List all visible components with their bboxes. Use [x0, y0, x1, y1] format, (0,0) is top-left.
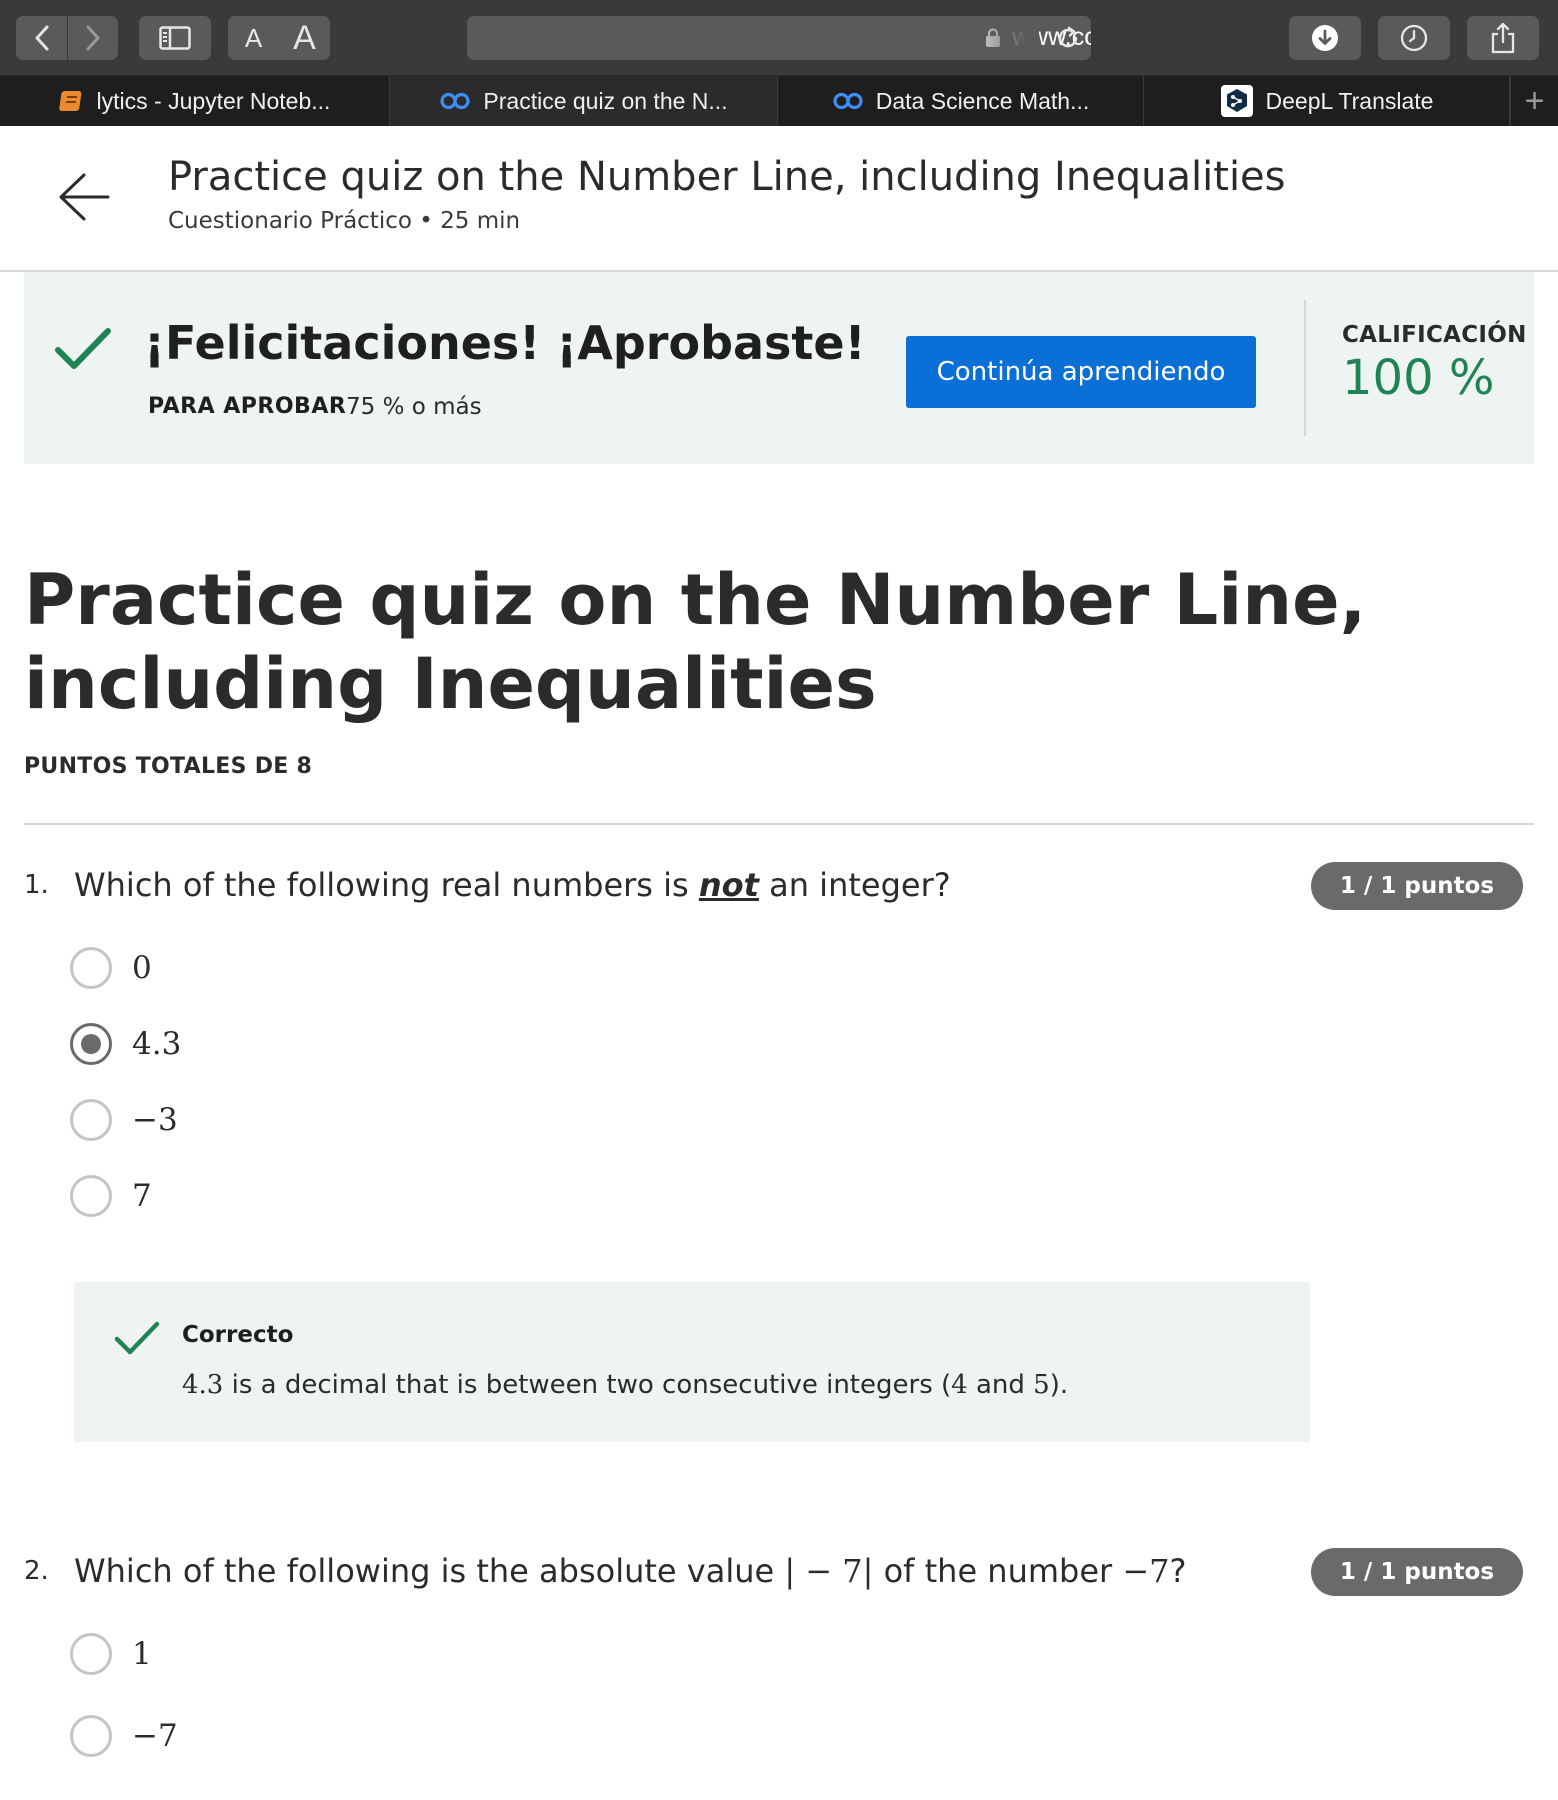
navigation-buttons: [16, 16, 118, 60]
increase-font-button[interactable]: A: [279, 16, 330, 60]
radio-button[interactable]: [70, 1099, 112, 1141]
feedback-math: 4.3: [182, 1370, 224, 1400]
question-emphasis: not: [698, 866, 759, 904]
tab-data-science-math[interactable]: Data Science Math...: [778, 76, 1144, 126]
decrease-font-button[interactable]: A: [228, 16, 279, 60]
history-button[interactable]: [1378, 16, 1450, 60]
chevron-right-icon: [86, 25, 100, 51]
question-1-option[interactable]: 0: [70, 946, 152, 990]
checkmark-icon: [114, 1321, 160, 1355]
feedback-math: 5: [1033, 1370, 1050, 1400]
font-size-controls: A A: [228, 16, 330, 60]
tab-label: lytics - Jupyter Noteb...: [96, 87, 331, 114]
radio-button[interactable]: [70, 947, 112, 989]
browser-toolbar: A A www.coursera.org/learn/datasciencema…: [0, 0, 1558, 76]
question-1-option[interactable]: −3: [70, 1098, 178, 1142]
radio-button[interactable]: [70, 1715, 112, 1757]
address-bar[interactable]: www.coursera.org/learn/datasciencemaths: [467, 16, 1091, 60]
radio-button-selected[interactable]: [70, 1023, 112, 1065]
chevron-left-icon: [35, 25, 48, 51]
tab-label: Data Science Math...: [875, 87, 1090, 114]
pass-message: ¡Felicitaciones! ¡Aprobaste!: [144, 316, 866, 370]
question-math: −7: [1122, 1552, 1170, 1590]
feedback-title: Correcto: [182, 1322, 294, 1348]
checkmark-icon: [55, 328, 111, 369]
sidebar-icon: [159, 26, 191, 50]
question-1-option[interactable]: 4.3: [70, 1022, 181, 1066]
question-number: 2.: [24, 1556, 49, 1586]
banner-divider: [1304, 300, 1306, 436]
radio-button[interactable]: [70, 1175, 112, 1217]
pass-threshold-label: PARA APROBAR: [148, 394, 347, 419]
share-button[interactable]: [1467, 16, 1539, 60]
question-math: | − 7|: [784, 1552, 874, 1590]
question-1-text: Which of the following real numbers is n…: [74, 866, 951, 904]
option-label: −3: [132, 1102, 178, 1138]
reload-icon[interactable]: [1055, 25, 1081, 51]
result-banner: ¡Felicitaciones! ¡Aprobaste! PARA APROBA…: [24, 272, 1534, 464]
radio-button[interactable]: [70, 1633, 112, 1675]
total-points: PUNTOS TOTALES DE 8: [24, 754, 313, 779]
option-label: 4.3: [132, 1026, 182, 1062]
sidebar-toggle-button[interactable]: [139, 16, 211, 60]
question-text-part: Which of the following is the absolute v…: [74, 1552, 785, 1590]
question-2-option[interactable]: −7: [70, 1714, 178, 1758]
page-title: Practice quiz on the Number Line, includ…: [168, 154, 1286, 200]
option-label: 1: [132, 1636, 152, 1672]
feedback-math: 4: [951, 1370, 968, 1400]
feedback-text-part: ).: [1049, 1370, 1069, 1400]
section-divider: [24, 823, 1534, 825]
downloads-button[interactable]: [1289, 16, 1361, 60]
tab-label: DeepL Translate: [1265, 87, 1434, 114]
pass-threshold-value: 75 % o más: [346, 394, 482, 420]
course-item-header: Practice quiz on the Number Line, includ…: [0, 126, 1558, 272]
question-text-part: an integer?: [758, 866, 951, 904]
page-subtitle: Cuestionario Práctico • 25 min: [168, 208, 521, 234]
coursera-icon: [439, 92, 471, 110]
tab-jupyter[interactable]: lytics - Jupyter Noteb...: [0, 76, 390, 126]
arrow-left-icon[interactable]: [58, 172, 110, 222]
tab-deepl[interactable]: DeepL Translate: [1144, 76, 1510, 126]
question-text-part: ?: [1169, 1552, 1187, 1590]
download-icon: [1312, 25, 1338, 51]
option-label: 0: [132, 950, 152, 986]
question-1-points-badge: 1 / 1 puntos: [1311, 862, 1523, 910]
option-label: −7: [132, 1718, 178, 1754]
tab-practice-quiz[interactable]: Practice quiz on the N...: [390, 76, 778, 126]
url-fade: [959, 16, 1039, 60]
tab-label: Practice quiz on the N...: [483, 87, 728, 114]
question-1-feedback: Correcto 4.3 is a decimal that is betwee…: [74, 1282, 1310, 1442]
option-label: 7: [132, 1178, 152, 1214]
question-2-text: Which of the following is the absolute v…: [74, 1552, 1187, 1590]
question-text-part: of the number: [873, 1552, 1123, 1590]
forward-button[interactable]: [67, 16, 118, 60]
question-text-part: Which of the following real numbers is: [74, 866, 699, 904]
continue-learning-button[interactable]: Continúa aprendiendo: [906, 336, 1256, 408]
question-2-points-badge: 1 / 1 puntos: [1311, 1548, 1523, 1596]
question-2-option[interactable]: 1: [70, 1632, 152, 1676]
grade-label: CALIFICACIÓN: [1342, 322, 1527, 348]
share-icon: [1491, 22, 1515, 54]
new-tab-button[interactable]: +: [1510, 76, 1558, 126]
clock-icon: [1400, 24, 1428, 52]
coursera-icon: [832, 92, 864, 110]
back-button[interactable]: [16, 16, 67, 60]
question-1-option[interactable]: 7: [70, 1174, 152, 1218]
question-number: 1.: [24, 870, 49, 900]
grade-value: 100 %: [1342, 350, 1495, 406]
feedback-text: 4.3 is a decimal that is between two con…: [182, 1370, 1068, 1400]
quiz-title: Practice quiz on the Number Line, includ…: [24, 559, 1367, 725]
jupyter-notebook-icon: [58, 89, 85, 113]
feedback-text-part: and: [967, 1370, 1034, 1400]
feedback-text-part: is a decimal that is between two consecu…: [223, 1370, 952, 1400]
deepl-icon: [1220, 84, 1254, 118]
tab-bar: lytics - Jupyter Noteb... Practice quiz …: [0, 76, 1558, 126]
